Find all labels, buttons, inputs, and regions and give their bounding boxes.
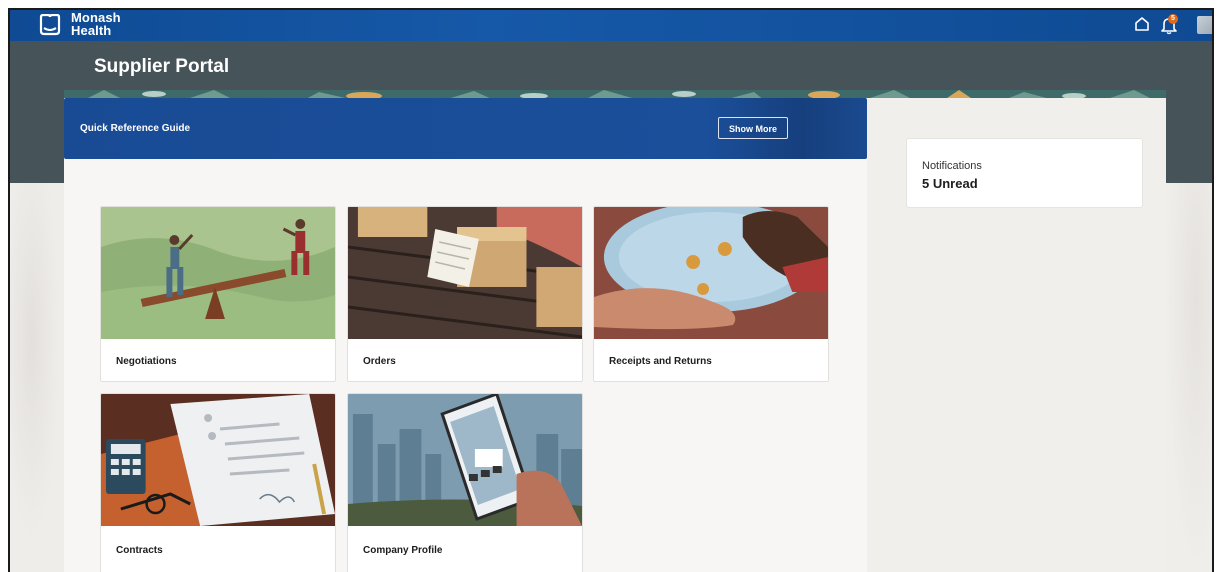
- brand-line-2: Health: [71, 23, 112, 38]
- orders-illustration: [348, 207, 582, 339]
- show-more-button[interactable]: Show More: [718, 117, 788, 139]
- left-background-texture: [10, 183, 64, 572]
- right-background-texture: [1166, 183, 1212, 572]
- tile-company-profile[interactable]: Company Profile: [347, 393, 583, 572]
- monash-health-logo-icon[interactable]: [38, 14, 62, 36]
- avatar[interactable]: [1197, 16, 1212, 34]
- tile-contracts[interactable]: Contracts: [100, 393, 336, 572]
- tile-label: Company Profile: [363, 545, 443, 556]
- quick-reference-banner: Quick Reference Guide Show More: [64, 98, 867, 159]
- tile-label: Contracts: [116, 545, 163, 556]
- app-window: Monash Health 5 Supplier Portal Quick Re…: [8, 8, 1214, 572]
- tile-orders[interactable]: Orders: [347, 206, 583, 382]
- tile-label: Orders: [363, 356, 396, 367]
- tile-receipts-and-returns[interactable]: Receipts and Returns: [593, 206, 829, 382]
- notification-badge: 5: [1168, 14, 1178, 24]
- tile-negotiations[interactable]: Negotiations: [100, 206, 336, 382]
- tile-label: Negotiations: [116, 356, 177, 367]
- main-panel: Quick Reference Guide Show More Negotiat…: [64, 98, 867, 572]
- negotiations-illustration: [101, 207, 335, 339]
- notifications-label: Notifications: [922, 160, 982, 172]
- page-title: Supplier Portal: [94, 56, 230, 77]
- notifications-card[interactable]: Notifications 5 Unread: [906, 138, 1143, 208]
- notifications-unread-count: 5 Unread: [922, 176, 978, 191]
- brand-name[interactable]: Monash Health: [71, 11, 121, 37]
- contracts-illustration: [101, 394, 335, 526]
- global-header: Monash Health 5: [10, 10, 1212, 41]
- receipts-illustration: [594, 207, 828, 339]
- right-panel: Notifications 5 Unread: [867, 98, 1166, 572]
- company-profile-illustration: [348, 394, 582, 526]
- quick-reference-title: Quick Reference Guide: [80, 123, 191, 134]
- tile-label: Receipts and Returns: [609, 356, 712, 367]
- home-icon[interactable]: [1133, 15, 1151, 33]
